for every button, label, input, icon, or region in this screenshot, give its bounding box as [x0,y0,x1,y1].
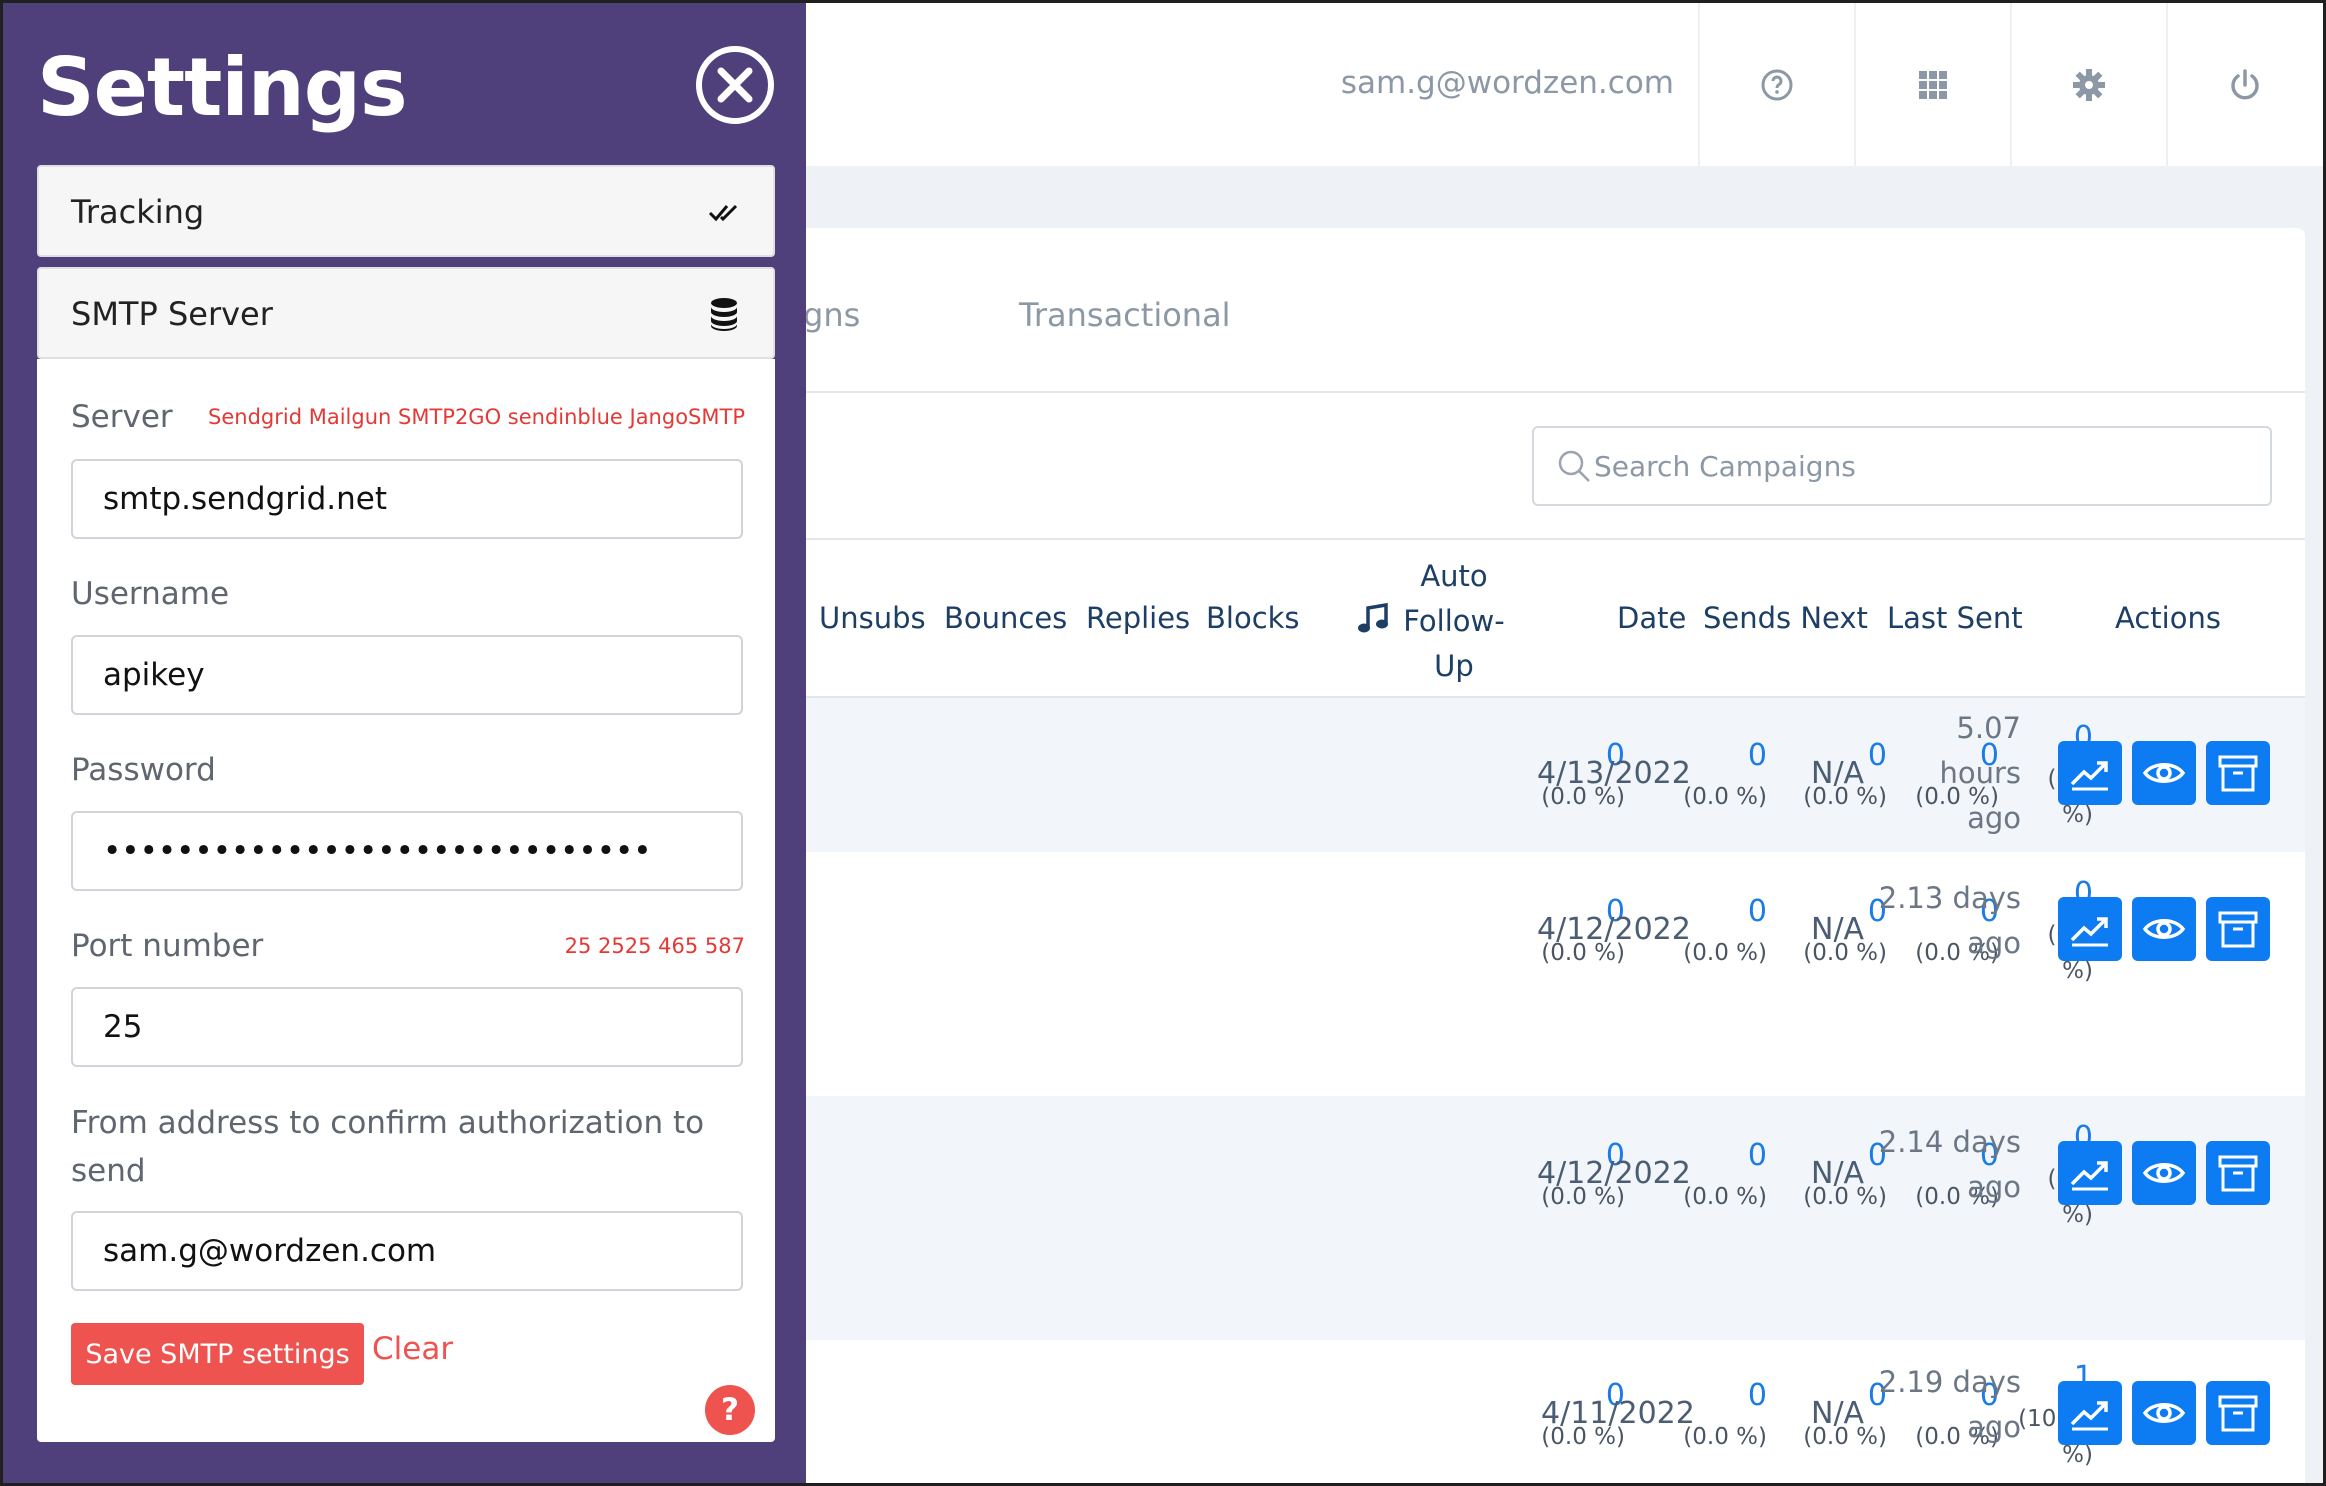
table-row[interactable]: 0 (0.0 %) 0 (0.0 %) 0 (0.0 %) 0 (0.0 %) … [703,1096,2305,1340]
port-presets[interactable]: 25 2525 465 587 [565,934,745,958]
archive-button[interactable] [2206,1141,2270,1205]
server-presets[interactable]: Sendgrid Mailgun SMTP2GO sendinblue Jang… [208,405,745,429]
settings-button[interactable] [2010,3,2165,166]
tracking-label: Tracking [71,193,205,231]
stats-button[interactable] [2058,897,2122,961]
col-last-sent[interactable]: Last Sent [1887,601,2023,635]
save-smtp-button[interactable]: Save SMTP settings [71,1323,364,1385]
search-box [1532,426,2272,506]
tab-transactional[interactable]: Transactional [1019,296,1231,334]
archive-button[interactable] [2206,1381,2270,1445]
server-input[interactable] [71,459,743,539]
help-circle-icon [1761,69,1792,100]
view-button[interactable] [2132,897,2196,961]
stats-button[interactable] [2058,741,2122,805]
settings-panel: Settings Tracking SMTP Server Server Sen… [3,3,806,1483]
eye-icon [2142,919,2186,939]
search-input[interactable] [1594,446,2234,486]
col-replies[interactable]: Replies [1086,601,1190,635]
apps-grid-icon [1918,70,1947,99]
port-input[interactable] [71,987,743,1067]
eye-icon [2142,1403,2186,1423]
table-row[interactable]: 0 (0.0 %) 0 (0.0 %) 0 (0.0 %) 0 (0.0 %) … [703,1340,2305,1483]
smtp-form: Server Sendgrid Mailgun SMTP2GO sendinbl… [37,359,775,1442]
apps-button[interactable] [1854,3,2009,166]
from-address-label: From address to confirm authorization to… [71,1105,705,1189]
trend-chart-icon [2070,917,2108,947]
col-date[interactable]: Date [1617,601,1686,635]
eye-icon [2142,1163,2186,1183]
server-label: Server [71,399,173,435]
col-actions: Actions [2115,601,2221,635]
view-button[interactable] [2132,741,2196,805]
table-header: Unsubs Bounces Replies Blocks Auto Follo… [703,538,2305,698]
accordion-smtp-server[interactable]: SMTP Server [37,267,775,359]
view-button[interactable] [2132,1381,2196,1445]
trend-chart-icon [2070,1401,2108,1431]
archive-box-icon [2218,1155,2258,1192]
password-label: Password [71,752,216,788]
col-unsubs[interactable]: Unsubs [819,601,926,635]
smtp-server-label: SMTP Server [71,295,273,333]
archive-button[interactable] [2206,741,2270,805]
help-fab-button[interactable]: ? [705,1385,755,1435]
database-icon [711,298,737,331]
campaigns-card: gns Transactional Unsubs Bounces Replies… [703,228,2305,1483]
from-address-input[interactable] [71,1211,743,1291]
archive-box-icon [2218,755,2258,792]
username-label: Username [71,576,230,612]
eye-icon [2142,763,2186,783]
close-icon [696,46,774,124]
view-button[interactable] [2132,1141,2196,1205]
gear-icon [2072,68,2105,101]
accordion-tracking[interactable]: Tracking [37,165,775,257]
table-row[interactable]: 0 (0.0 %) 0 (0.0 %) 0 (0.0 %) 0 (0.0 %) … [703,852,2305,1096]
music-note-icon [1358,602,1388,633]
table-row[interactable]: 0 (0.0 %) 0 (0.0 %) 0 (0.0 %) 0 (0.0 %) … [703,698,2305,852]
trend-chart-icon [2070,1161,2108,1191]
col-bounces[interactable]: Bounces [944,601,1067,635]
double-check-icon [708,204,738,222]
stats-button[interactable] [2058,1141,2122,1205]
trend-chart-icon [2070,761,2108,791]
password-input[interactable] [71,811,743,891]
stats-button[interactable] [2058,1381,2122,1445]
username-input[interactable] [71,635,743,715]
col-sends-next[interactable]: Sends Next [1703,601,1868,635]
settings-title: Settings [37,41,408,134]
power-icon [2230,68,2259,99]
tab-campaigns[interactable]: gns [803,296,860,334]
port-label: Port number [71,928,264,964]
search-icon [1558,450,1590,482]
archive-button[interactable] [2206,897,2270,961]
close-button[interactable] [693,43,777,127]
campaign-tabs: gns Transactional [703,228,2305,393]
archive-box-icon [2218,911,2258,948]
user-email: sam.g@wordzen.com [1340,65,1674,101]
help-button[interactable] [1698,3,1853,166]
archive-box-icon [2218,1395,2258,1432]
logout-button[interactable] [2166,3,2321,166]
clear-link[interactable]: Clear [372,1331,453,1367]
app-window: sam.g@wordzen.com gns Transactional Unsu… [0,0,2326,1486]
col-auto-followup[interactable]: Auto Follow- Up [1399,554,1509,689]
col-blocks[interactable]: Blocks [1206,601,1300,635]
